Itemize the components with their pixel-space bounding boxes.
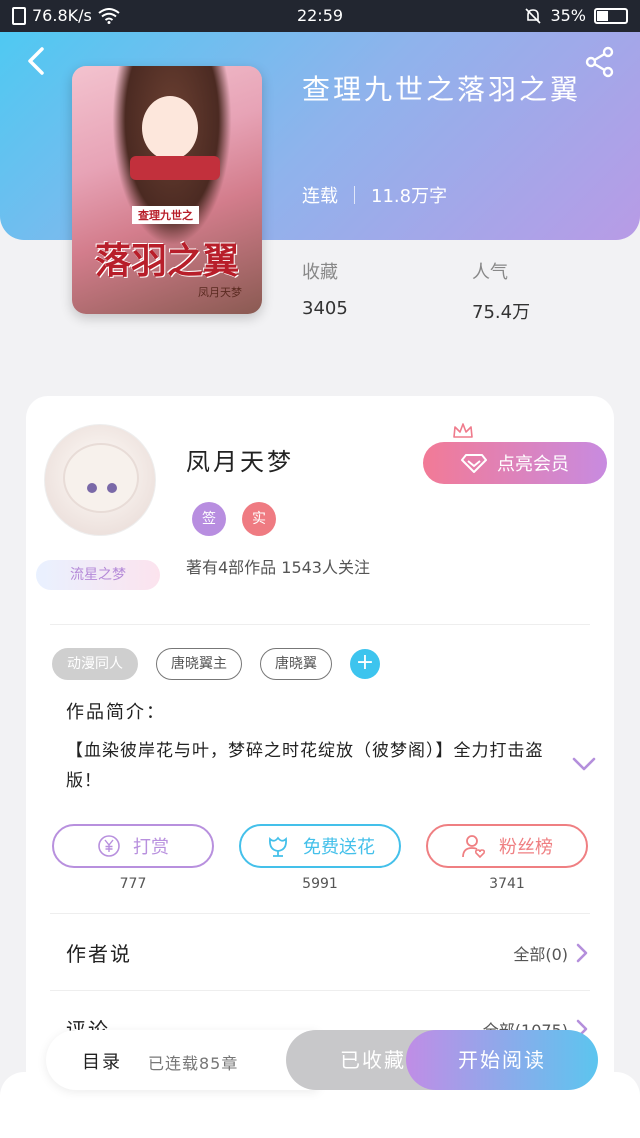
fan-ranking-label: 粉丝榜 xyxy=(499,837,553,858)
mute-bell-icon xyxy=(525,7,542,24)
signed-badge: 签 xyxy=(192,502,226,536)
yen-icon xyxy=(98,835,120,857)
back-icon[interactable] xyxy=(22,46,52,76)
book-title: 查理九世之落羽之翼 xyxy=(302,73,582,106)
chevron-right-icon xyxy=(576,943,588,962)
add-tag-button[interactable]: + xyxy=(350,649,380,679)
chapter-count: 已连载85章 xyxy=(148,1054,239,1073)
user-heart-icon xyxy=(462,835,486,859)
share-icon[interactable] xyxy=(584,46,616,78)
bottom-action-bar: 目录 已连载85章 已收藏 开始阅读 xyxy=(46,1030,598,1090)
author-says-row[interactable]: 作者说 全部(0) xyxy=(66,938,588,967)
cover-author: 凤月天梦 xyxy=(198,286,242,299)
tag-item[interactable]: 动漫同人 xyxy=(52,648,138,680)
detail-card: 流星之梦 凤月天梦 签 实 著有4部作品 1543人关注 点亮会员 动漫同人 唐… xyxy=(26,396,614,1138)
stat-label: 收藏 xyxy=(302,262,338,283)
send-flower-label: 免费送花 xyxy=(303,837,375,858)
stat-value: 75.4万 xyxy=(472,302,531,323)
reward-count: 777 xyxy=(119,876,147,892)
diamond-icon xyxy=(461,454,487,473)
stat-value: 3405 xyxy=(302,298,348,319)
fan-ranking-button[interactable]: 粉丝榜 xyxy=(426,824,588,868)
vip-button-label: 点亮会员 xyxy=(497,454,569,475)
battery-percent: 35% xyxy=(550,6,586,25)
author-says-count: 全部(0) xyxy=(513,944,568,964)
send-flower-button[interactable]: 免费送花 xyxy=(239,824,401,868)
author-says-title: 作者说 xyxy=(66,942,132,966)
intro-text: 【血染彼岸花与叶，梦碎之时花绽放（彼梦阁）】全力打击盗版！ xyxy=(66,741,544,791)
start-reading-button[interactable]: 开始阅读 xyxy=(406,1030,598,1090)
author-avatar[interactable] xyxy=(44,424,156,536)
toc-label: 目录 xyxy=(82,1052,122,1073)
flower-icon xyxy=(269,836,287,857)
book-meta: 连载 11.8万字 xyxy=(302,182,447,208)
reward-label: 打赏 xyxy=(133,837,169,858)
stat-label: 人气 xyxy=(472,262,508,283)
stat-favorites: 收藏 3405 xyxy=(302,258,348,319)
intro-label: 作品简介： xyxy=(66,702,166,723)
flower-count: 5991 xyxy=(302,876,338,892)
author-says-more[interactable]: 全部(0) xyxy=(513,941,588,965)
battery-icon xyxy=(594,7,628,24)
cover-subtitle: 查理九世之 xyxy=(132,206,199,224)
verified-badge: 实 xyxy=(242,502,276,536)
crown-icon xyxy=(453,423,473,438)
tag-list: 动漫同人 唐晓翼主 唐晓翼 + xyxy=(52,648,380,680)
cover-title: 落羽之翼 xyxy=(94,240,239,282)
fan-count: 3741 xyxy=(489,876,525,892)
reward-button[interactable]: 打赏 xyxy=(52,824,214,868)
book-cover[interactable]: 查理九世之 落羽之翼 凤月天梦 xyxy=(72,66,262,314)
author-description: 著有4部作品 1543人关注 xyxy=(186,558,370,577)
author-name[interactable]: 凤月天梦 xyxy=(186,442,294,477)
book-status: 连载 xyxy=(302,186,338,207)
chevron-down-icon[interactable] xyxy=(572,756,596,772)
tag-item[interactable]: 唐晓翼主 xyxy=(156,648,242,680)
toc-button[interactable]: 目录 已连载85章 xyxy=(46,1030,318,1090)
star-badge: 流星之梦 xyxy=(36,560,160,590)
vip-button[interactable]: 点亮会员 xyxy=(423,442,607,484)
word-count: 11.8万字 xyxy=(371,186,448,207)
status-bar: 76.8K/s 22:59 35% xyxy=(0,0,640,32)
stat-popularity: 人气 75.4万 xyxy=(472,258,530,324)
tag-item[interactable]: 唐晓翼 xyxy=(260,648,332,680)
